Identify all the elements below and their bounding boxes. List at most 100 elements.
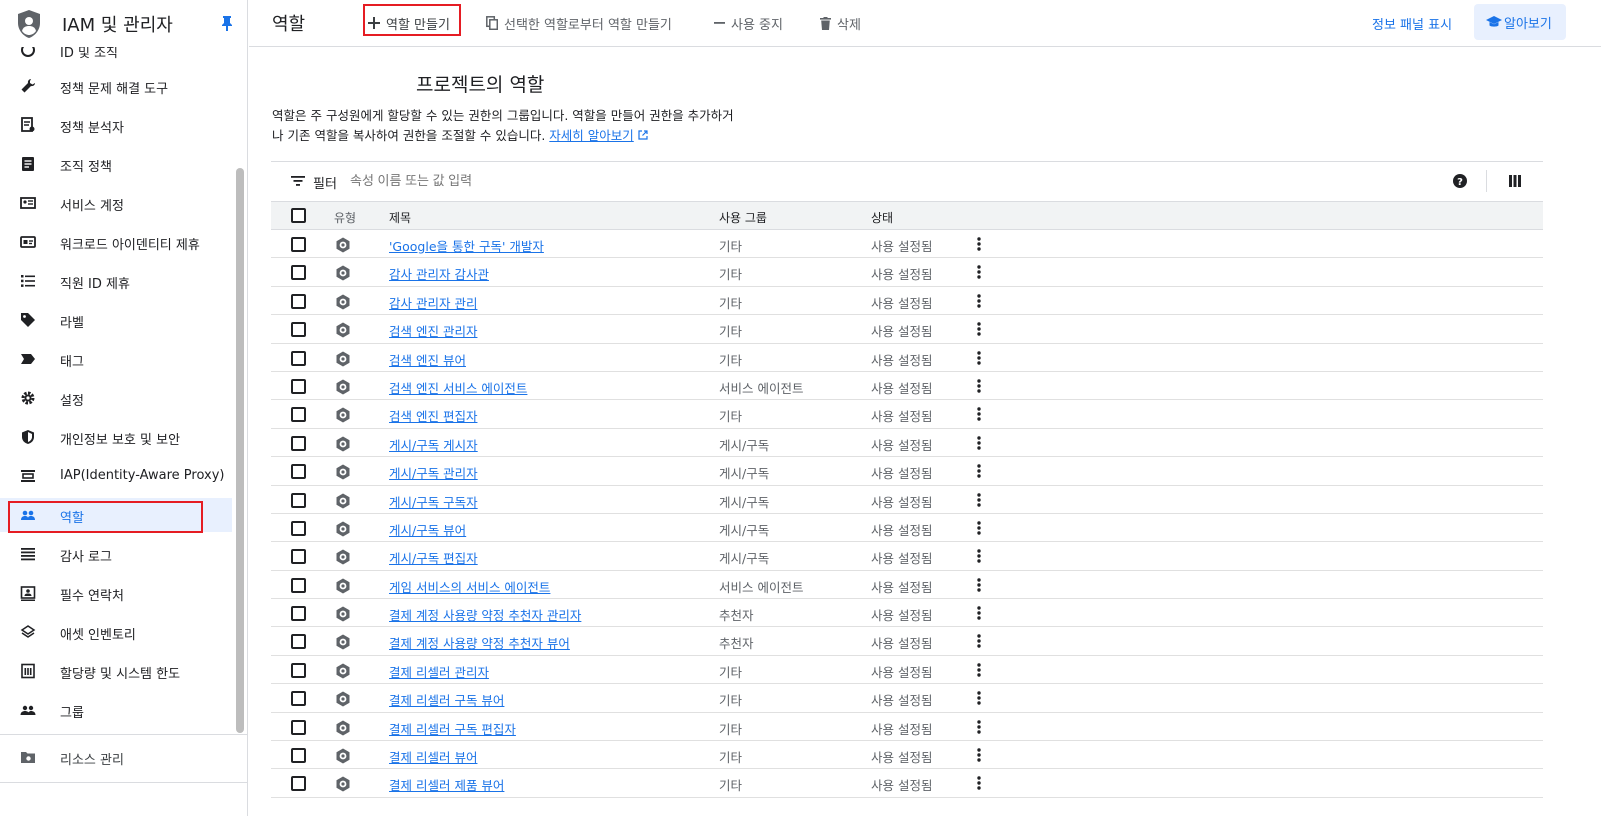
row-checkbox[interactable] (291, 520, 306, 536)
table-row[interactable]: 검색 엔진 관리자 기타 사용 설정됨 (271, 315, 1543, 344)
row-checkbox[interactable] (291, 719, 306, 735)
more-vert-icon[interactable] (977, 549, 981, 563)
table-row[interactable]: 감사 관리자 감사관 기타 사용 설정됨 (271, 258, 1543, 287)
create-from-selection-button[interactable]: 선택한 역할로부터 역할 만들기 (486, 13, 672, 33)
role-title-link[interactable]: 감사 관리자 관리 (389, 293, 477, 312)
more-vert-icon[interactable] (977, 237, 981, 251)
sidebar-item-resource-manager[interactable]: 리소스 관리 (0, 740, 232, 774)
more-vert-icon[interactable] (977, 691, 981, 705)
table-row[interactable]: 결제 리셀러 제품 뷰어 기타 사용 설정됨 (271, 769, 1543, 798)
more-vert-icon[interactable] (977, 350, 981, 365)
table-row[interactable]: 게시/구독 관리자 게시/구독 사용 설정됨 (271, 457, 1543, 486)
sidebar-item-iap[interactable]: IAP(Identity-Aware Proxy) (0, 459, 232, 493)
sidebar-item-privacy-security[interactable]: 개인정보 보호 및 보안 (0, 420, 232, 454)
role-title-link[interactable]: 게시/구독 관리자 (389, 463, 478, 482)
table-row[interactable]: 검색 엔진 뷰어 기타 사용 설정됨 (271, 344, 1543, 372)
more-vert-icon[interactable] (977, 436, 981, 450)
sidebar-item-policy-analyzer[interactable]: 정책 분석자 (0, 108, 232, 142)
sidebar-item-service-accounts[interactable]: 서비스 계정 (0, 186, 232, 220)
header-status[interactable]: 상태 (871, 209, 893, 226)
row-checkbox[interactable] (291, 577, 306, 593)
sidebar-item-asset-inventory[interactable]: 애셋 인벤토리 (0, 615, 232, 649)
table-row[interactable]: 게시/구독 게시자 게시/구독 사용 설정됨 (271, 429, 1543, 458)
row-checkbox[interactable] (291, 237, 306, 252)
role-title-link[interactable]: 결제 리셀러 제품 뷰어 (389, 775, 504, 794)
table-row[interactable]: 게임 서비스의 서비스 에이전트 서비스 에이전트 사용 설정됨 (271, 571, 1543, 600)
more-vert-icon[interactable] (977, 521, 981, 535)
sidebar-item-workload-identity[interactable]: 워크로드 아이덴티티 제휴 (0, 225, 232, 259)
role-title-link[interactable]: 결제 계정 사용량 약정 추천자 관리자 (389, 605, 581, 624)
role-title-link[interactable]: 게시/구독 구독자 (389, 492, 478, 511)
sidebar-item-identity-org[interactable]: ID 및 조직 (0, 47, 232, 67)
row-checkbox[interactable] (291, 464, 306, 480)
row-checkbox[interactable] (291, 606, 306, 622)
more-vert-icon[interactable] (977, 748, 981, 762)
role-title-link[interactable]: 결제 리셀러 관리자 (389, 662, 489, 681)
row-checkbox[interactable] (291, 265, 306, 281)
row-checkbox[interactable] (291, 776, 306, 792)
more-vert-icon[interactable] (977, 322, 981, 336)
sidebar-item-tags[interactable]: 태그 (0, 342, 232, 376)
column-display-icon[interactable] (1508, 174, 1522, 188)
more-vert-icon[interactable] (977, 492, 981, 507)
sidebar-item-org-policy[interactable]: 조직 정책 (0, 147, 232, 181)
table-row[interactable]: 검색 엔진 편집자 기타 사용 설정됨 (271, 400, 1543, 429)
sidebar-item-labels[interactable]: 라벨 (0, 303, 232, 337)
pin-icon[interactable] (221, 15, 233, 31)
role-title-link[interactable]: 게시/구독 편집자 (389, 548, 478, 567)
role-title-link[interactable]: 검색 엔진 편집자 (389, 406, 477, 425)
row-checkbox[interactable] (291, 350, 306, 366)
header-title[interactable]: 제목 (389, 209, 411, 226)
table-row[interactable]: 결제 리셀러 관리자 기타 사용 설정됨 (271, 656, 1543, 685)
row-checkbox[interactable] (291, 492, 306, 508)
role-title-link[interactable]: 검색 엔진 서비스 에이전트 (389, 378, 527, 397)
role-title-link[interactable]: 'Google을 통한 구독' 개발자 (389, 236, 544, 255)
row-checkbox[interactable] (291, 549, 306, 565)
more-vert-icon[interactable] (977, 294, 981, 308)
sidebar-scrollbar[interactable] (236, 168, 244, 733)
more-vert-icon[interactable] (977, 634, 981, 649)
table-row[interactable]: 게시/구독 뷰어 게시/구독 사용 설정됨 (271, 514, 1543, 543)
table-row[interactable]: 감사 관리자 관리 기타 사용 설정됨 (271, 287, 1543, 316)
more-vert-icon[interactable] (977, 606, 981, 620)
header-type[interactable]: 유형 (334, 209, 356, 226)
row-checkbox[interactable] (291, 293, 306, 309)
sidebar-item-policy-troubleshooter[interactable]: 정책 문제 해결 도구 (0, 69, 232, 103)
more-vert-icon[interactable] (977, 776, 981, 791)
sidebar-item-groups[interactable]: 그룹 (0, 693, 232, 727)
role-title-link[interactable]: 결제 리셀러 뷰어 (389, 747, 477, 766)
table-row[interactable]: 'Google을 통한 구독' 개발자 기타 사용 설정됨 (271, 230, 1543, 259)
row-checkbox[interactable] (291, 322, 306, 338)
sidebar-item-audit-logs[interactable]: 감사 로그 (0, 537, 232, 571)
more-vert-icon[interactable] (977, 719, 981, 734)
row-checkbox[interactable] (291, 634, 306, 650)
show-info-panel-button[interactable]: 정보 패널 표시 (1372, 14, 1452, 33)
more-vert-icon[interactable] (977, 407, 981, 422)
row-checkbox[interactable] (291, 748, 306, 764)
more-vert-icon[interactable] (977, 663, 981, 677)
row-checkbox[interactable] (291, 691, 306, 707)
role-title-link[interactable]: 게시/구독 뷰어 (389, 520, 466, 539)
role-title-link[interactable]: 게임 서비스의 서비스 에이전트 (389, 577, 550, 596)
sidebar-item-essential-contacts[interactable]: 필수 연락처 (0, 576, 232, 610)
table-row[interactable]: 결제 리셀러 구독 편집자 기타 사용 설정됨 (271, 713, 1543, 742)
table-row[interactable]: 결제 계정 사용량 약정 추천자 뷰어 추천자 사용 설정됨 (271, 627, 1543, 656)
delete-button[interactable]: 삭제 (820, 13, 861, 33)
role-title-link[interactable]: 결제 리셀러 구독 편집자 (389, 719, 516, 738)
role-title-link[interactable]: 결제 계정 사용량 약정 추천자 뷰어 (389, 633, 570, 652)
role-title-link[interactable]: 검색 엔진 뷰어 (389, 350, 466, 369)
filter-input[interactable] (350, 173, 650, 188)
learn-button[interactable]: 알아보기 (1474, 4, 1566, 40)
row-checkbox[interactable] (291, 435, 306, 451)
help-icon[interactable]: ? (1452, 173, 1468, 189)
more-vert-icon[interactable] (977, 379, 981, 393)
table-row[interactable]: 게시/구독 구독자 게시/구독 사용 설정됨 (271, 486, 1543, 514)
sidebar-item-workforce-identity[interactable]: 직원 ID 제휴 (0, 264, 232, 298)
row-checkbox[interactable] (291, 407, 306, 423)
table-row[interactable]: 게시/구독 편집자 게시/구독 사용 설정됨 (271, 542, 1543, 571)
header-used-in[interactable]: 사용 그룹 (719, 209, 767, 226)
row-checkbox[interactable] (291, 378, 306, 394)
role-title-link[interactable]: 결제 리셀러 구독 뷰어 (389, 690, 504, 709)
role-title-link[interactable]: 검색 엔진 관리자 (389, 321, 477, 340)
sidebar-item-settings[interactable]: 설정 (0, 381, 232, 415)
